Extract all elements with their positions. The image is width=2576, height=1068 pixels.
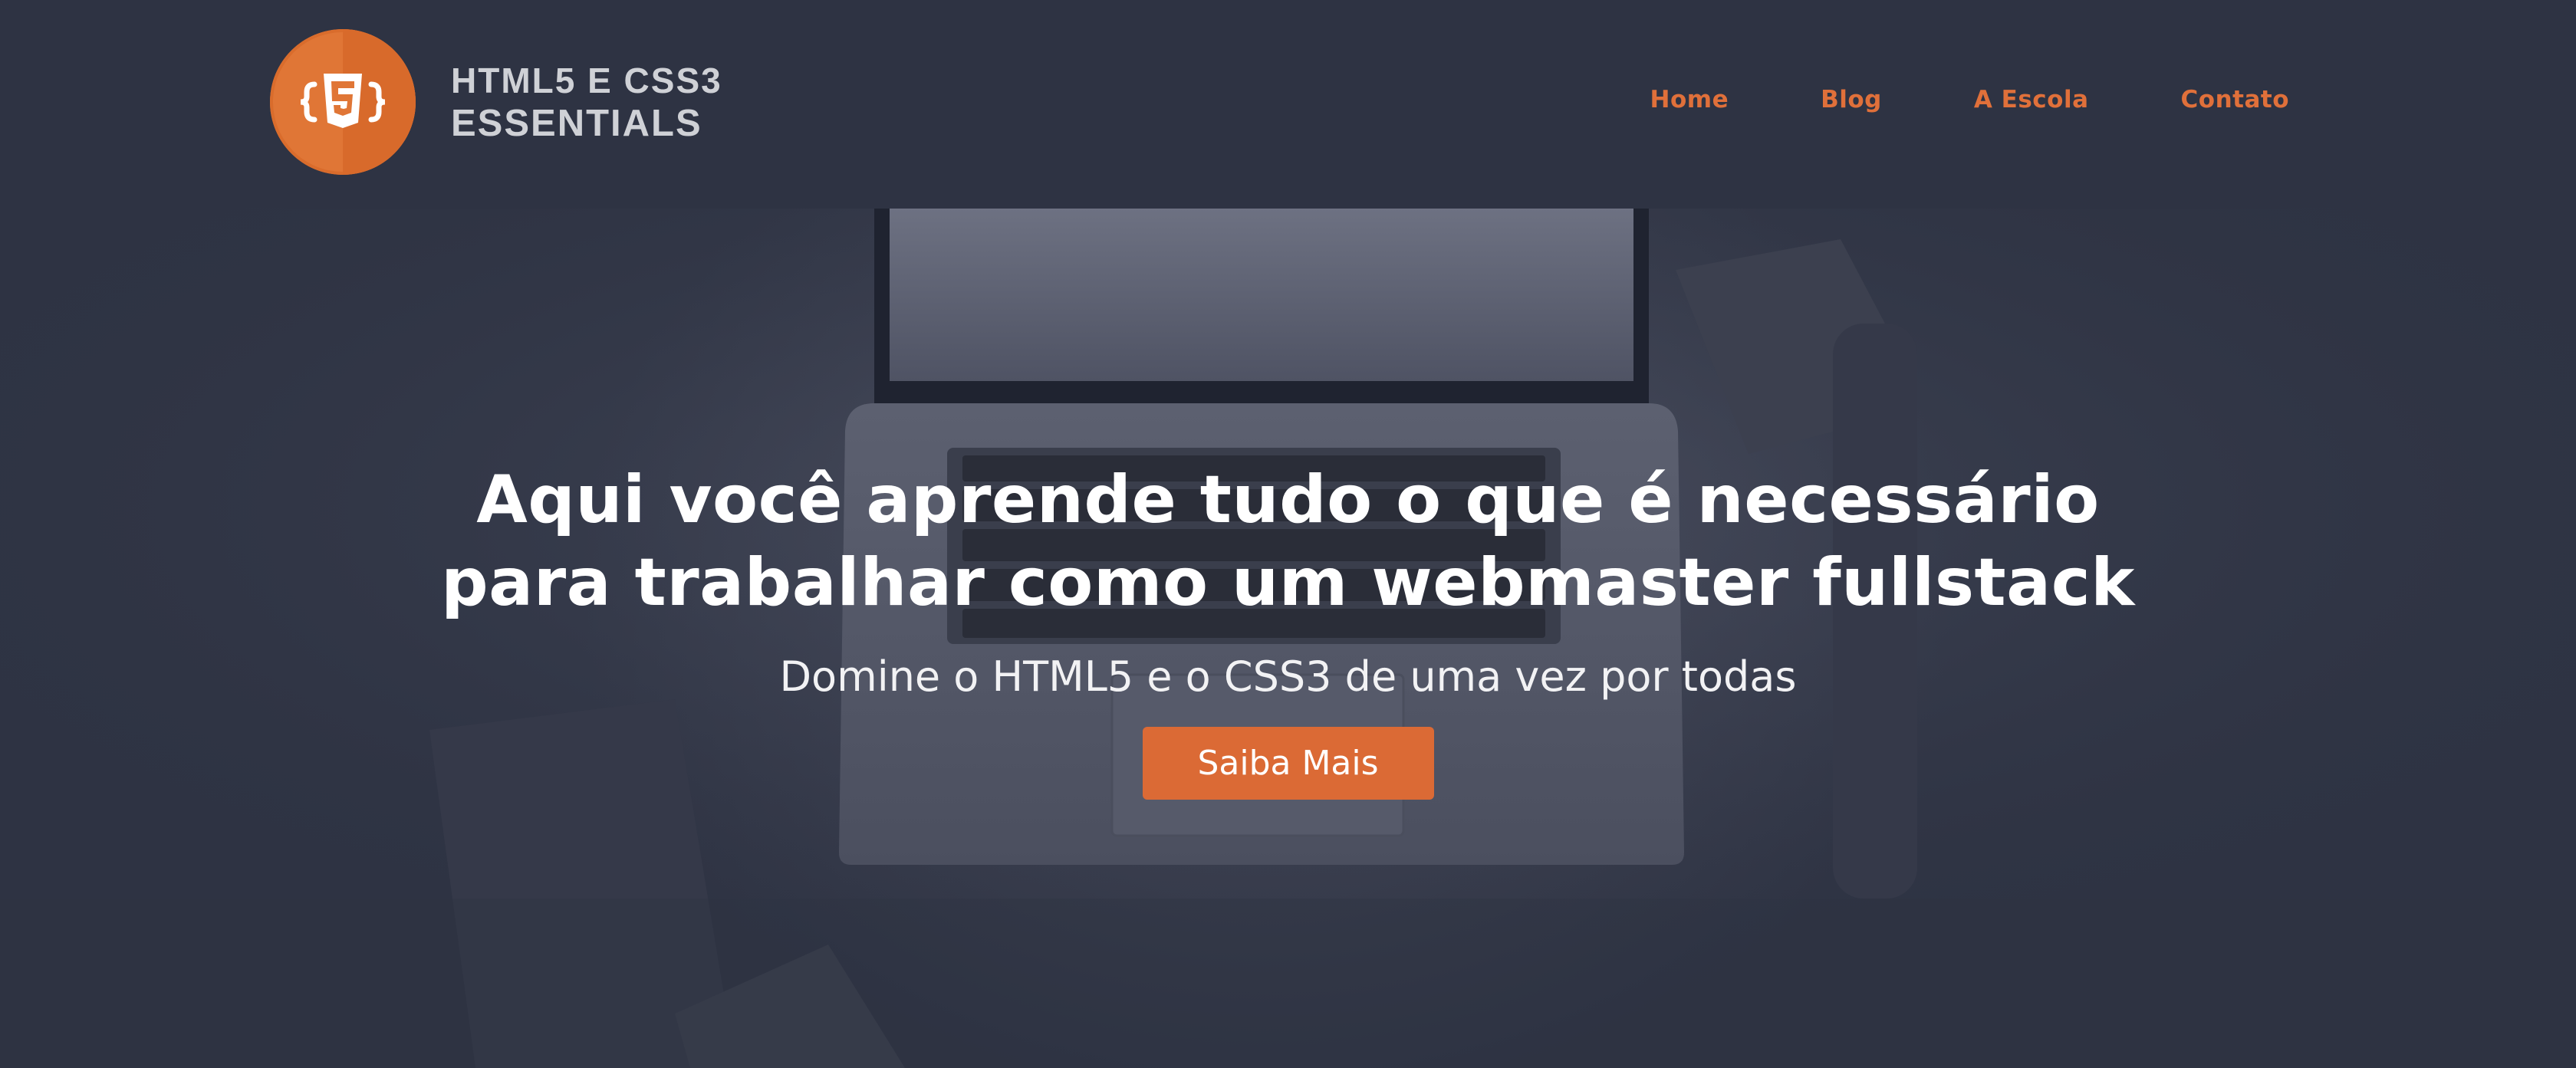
site-logo[interactable]: HTML5 E CSS3 ESSENTIALS (270, 29, 722, 175)
nav-blog[interactable]: Blog (1821, 86, 1882, 113)
hero-title-line-2: para trabalhar como um webmaster fullsta… (441, 544, 2135, 621)
logo-wordmark: HTML5 E CSS3 ESSENTIALS (451, 59, 722, 145)
logo-line-1: HTML5 E CSS3 (451, 61, 722, 100)
hero-content: Aqui você aprende tudo o que é necessári… (0, 458, 2576, 800)
page: HTML5 E CSS3 ESSENTIALS Home Blog A Esco… (0, 0, 2576, 1068)
main-nav: Home Blog A Escola Contato (1650, 86, 2289, 113)
html5-badge-icon (270, 29, 416, 175)
hero-title: Aqui você aprende tudo o que é necessári… (0, 458, 2576, 624)
saiba-mais-button[interactable]: Saiba Mais (1142, 727, 1434, 800)
hero-subtitle: Domine o HTML5 e o CSS3 de uma vez por t… (779, 652, 1797, 701)
nav-a-escola[interactable]: A Escola (1974, 86, 2089, 113)
nav-home[interactable]: Home (1650, 86, 1729, 113)
site-header: HTML5 E CSS3 ESSENTIALS Home Blog A Esco… (0, 0, 2576, 209)
nav-contato[interactable]: Contato (2181, 86, 2289, 113)
hero-title-line-1: Aqui você aprende tudo o que é necessári… (476, 462, 2100, 538)
hero-section: Aqui você aprende tudo o que é necessári… (0, 209, 2576, 1068)
logo-line-2: ESSENTIALS (451, 103, 702, 144)
